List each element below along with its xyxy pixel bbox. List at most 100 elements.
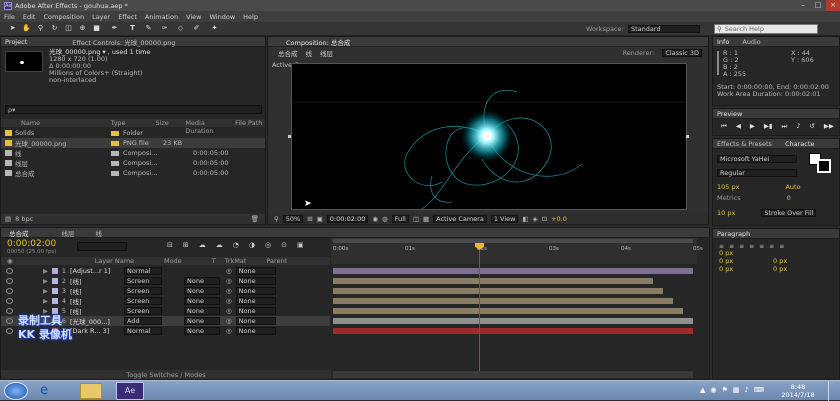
first-frame-icon[interactable]: ⏮	[721, 122, 727, 131]
frame-handle-right[interactable]	[686, 135, 689, 138]
eraser-tool-icon[interactable]: ◇	[176, 24, 185, 33]
pan-behind-tool-icon[interactable]: ⊕	[78, 24, 87, 33]
layer-trkmat-dropdown[interactable]: None	[184, 277, 220, 285]
tab-paragraph[interactable]: Paragraph	[717, 230, 750, 238]
breadcrumb-0[interactable]: 总合成	[278, 48, 298, 58]
layer-trkmat-dropdown[interactable]: None	[184, 317, 220, 325]
tab-effects-presets[interactable]: Effects & Presets	[717, 140, 772, 148]
prev-frame-icon[interactable]: ◀	[736, 122, 741, 131]
visibility-eye-icon[interactable]	[6, 318, 13, 324]
interpret-footage-icon[interactable]: ▤	[5, 215, 11, 223]
breadcrumb-1[interactable]: 线	[306, 48, 313, 58]
justify-center-icon[interactable]: ≡	[759, 243, 764, 250]
layer-duration-bar[interactable]	[333, 268, 693, 274]
justify-all-icon[interactable]: ≡	[779, 243, 784, 250]
layer-parent-dropdown[interactable]: None	[235, 317, 276, 325]
brainstorm-icon[interactable]: ◑	[249, 241, 255, 249]
expand-arrow-icon[interactable]: ▶	[43, 297, 48, 305]
project-item[interactable]: 线 Composi... 0:00:05:00	[1, 148, 265, 158]
menu-edit[interactable]: Edit	[23, 13, 36, 21]
tab-preview[interactable]: Preview	[717, 110, 742, 118]
timeline-layer-row[interactable]: ▶ 2 [线] Screen None ◎ None	[1, 276, 330, 286]
view-layout-dropdown[interactable]: 1 View	[490, 214, 519, 223]
tray-network-icon[interactable]: ▦	[733, 386, 740, 394]
col-t[interactable]: T	[212, 257, 216, 265]
timeline-current-time[interactable]: 0:00:02:00	[7, 239, 56, 249]
layer-parent-dropdown[interactable]: None	[235, 277, 276, 285]
layer-trkmat-dropdown[interactable]: None	[184, 297, 220, 305]
leading-value[interactable]: Auto	[785, 183, 800, 191]
tab-timeline-zonghe[interactable]: 总合成	[9, 228, 29, 238]
work-area-bar[interactable]	[333, 239, 693, 243]
bpc-label[interactable]: 8 bpc	[15, 215, 33, 223]
layer-duration-bar[interactable]	[333, 288, 663, 294]
loop-icon[interactable]: ↺	[809, 122, 814, 131]
safe-zone-icon[interactable]: ▣	[317, 215, 323, 223]
tab-timeline-xianceng[interactable]: 线层	[62, 228, 75, 238]
start-button[interactable]	[4, 382, 28, 400]
col-layer-name[interactable]: Layer Name	[95, 257, 134, 265]
pick-whip-icon[interactable]: ◎	[226, 307, 232, 315]
align-right-icon[interactable]: ≡	[739, 243, 744, 250]
stroke-width-value[interactable]: 10 px	[717, 209, 735, 217]
layer-duration-bar[interactable]	[333, 278, 653, 284]
menu-file[interactable]: File	[4, 13, 15, 21]
menu-help[interactable]: Help	[243, 13, 258, 21]
layer-duration-bar[interactable]	[333, 328, 693, 334]
layer-mode-dropdown[interactable]: Normal	[124, 267, 162, 275]
hide-shy-icon[interactable]: ☁	[199, 241, 206, 249]
pick-whip-icon[interactable]: ◎	[226, 287, 232, 295]
layer-name[interactable]: [线]	[70, 306, 120, 316]
visibility-eye-icon[interactable]	[6, 308, 13, 314]
menu-view[interactable]: View	[186, 13, 201, 21]
layer-name[interactable]: [线]	[70, 296, 120, 306]
project-item[interactable]: 总合成 Composi... 0:00:05:00	[1, 168, 265, 178]
maximize-button[interactable]: □	[811, 0, 825, 11]
exposure-value[interactable]: +0.0	[551, 215, 567, 223]
indent-right-value[interactable]: 0 px	[773, 257, 787, 265]
tray-security-icon[interactable]: ◉	[710, 386, 716, 394]
live-update-icon[interactable]: ▣	[297, 241, 304, 249]
pick-whip-icon[interactable]: ◎	[226, 297, 232, 305]
breadcrumb-2[interactable]: 线层	[320, 48, 333, 58]
layer-parent-dropdown[interactable]: None	[235, 327, 276, 335]
kerning-value[interactable]: Metrics	[717, 194, 741, 202]
layer-parent-dropdown[interactable]: None	[235, 297, 276, 305]
pick-whip-icon[interactable]: ◎	[226, 267, 232, 275]
type-tool-icon[interactable]: T	[128, 24, 137, 33]
layer-trkmat-dropdown[interactable]: None	[184, 307, 220, 315]
menu-animation[interactable]: Animation	[145, 13, 178, 21]
layer-name[interactable]: [线]	[70, 276, 120, 286]
justify-right-icon[interactable]: ≡	[769, 243, 774, 250]
visibility-eye-icon[interactable]	[6, 298, 13, 304]
auto-keyframe-icon[interactable]: ⊙	[281, 241, 287, 249]
layer-name[interactable]: [Dark R... 3]	[70, 327, 120, 335]
trash-icon[interactable]: 🗑	[251, 215, 259, 223]
next-frame-icon[interactable]: ▶▮	[764, 122, 773, 131]
motion-blur-icon[interactable]: ◔	[233, 241, 239, 249]
flowchart-icon[interactable]: ⊡	[542, 215, 547, 223]
resolution-dropdown[interactable]: Full	[391, 214, 409, 223]
hand-tool-icon[interactable]: ✋	[22, 24, 31, 33]
tab-timeline-xian[interactable]: 线	[96, 228, 103, 238]
col-size[interactable]: Size	[155, 119, 185, 127]
playhead[interactable]	[479, 246, 480, 376]
frame-blending-icon[interactable]: ☁	[216, 241, 223, 249]
timeline-layer-row[interactable]: ▶ 1 [Adjust...r 1] Normal ◎ None	[1, 266, 330, 276]
expand-arrow-icon[interactable]: ▶	[43, 267, 48, 275]
layer-mode-dropdown[interactable]: Normal	[124, 327, 162, 335]
clone-tool-icon[interactable]: ✑	[160, 24, 169, 33]
project-item[interactable]: 光球_00000.png PNG file 23 KB	[1, 138, 265, 148]
layer-parent-dropdown[interactable]: None	[235, 267, 276, 275]
layer-trkmat-dropdown[interactable]: None	[184, 287, 220, 295]
show-desktop-button[interactable]	[828, 381, 840, 401]
timeline-layer-row[interactable]: ▶ 3 [线] Screen None ◎ None	[1, 286, 330, 296]
pick-whip-icon[interactable]: ◎	[226, 317, 232, 325]
col-media-duration[interactable]: Media Duration	[185, 119, 235, 135]
zoom-tool-icon[interactable]: ⚲	[36, 24, 45, 33]
expand-arrow-icon[interactable]: ▶	[43, 277, 48, 285]
play-icon[interactable]: ▶	[750, 122, 755, 131]
renderer-dropdown[interactable]: Classic 3D	[662, 48, 702, 57]
project-item[interactable]: Solids Folder	[1, 128, 265, 138]
frame-handle-left[interactable]	[288, 135, 291, 138]
